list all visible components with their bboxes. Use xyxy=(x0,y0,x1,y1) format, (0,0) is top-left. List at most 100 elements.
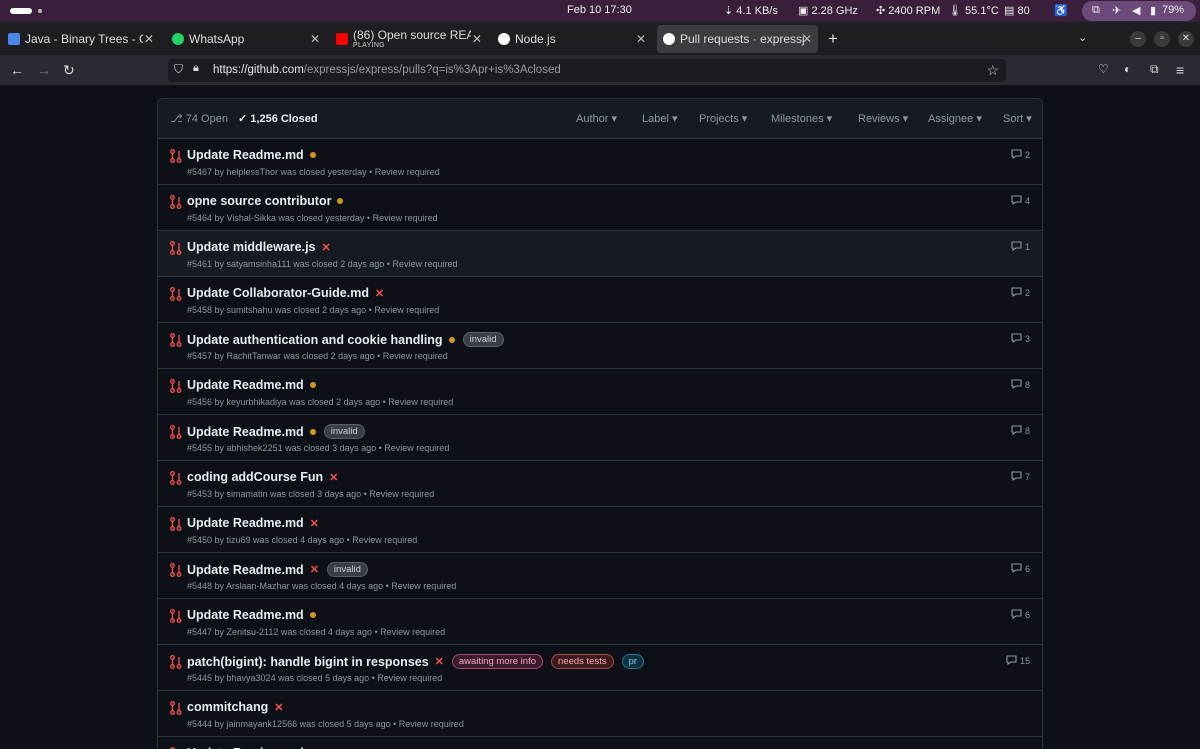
pr-row[interactable]: Update authentication and cookie handlin… xyxy=(158,323,1042,369)
pr-title-link[interactable]: Update middleware.js xyxy=(187,240,316,254)
comment-count[interactable]: 2 xyxy=(1011,149,1030,161)
comment-count[interactable]: 4 xyxy=(1011,195,1030,207)
close-icon[interactable]: ✕ xyxy=(472,32,482,46)
pr-label[interactable]: invalid xyxy=(323,424,365,439)
pr-row[interactable]: coding addCourse Fun ✕ #5453 by simamatin … xyxy=(158,461,1042,507)
pr-title-link[interactable]: Update Readme.md xyxy=(187,563,304,577)
checks-failed-icon[interactable]: ✕ xyxy=(322,241,331,254)
tab-java-binary-trees[interactable]: Java - Binary Trees - Goog ✕ xyxy=(2,25,160,53)
checks-failed-icon[interactable]: ✕ xyxy=(375,287,384,300)
maximize-button[interactable]: ▫ xyxy=(1154,31,1170,47)
url-bar[interactable]: ⛉ 🔒︎ https://github.com/expressjs/expres… xyxy=(168,59,1006,82)
pr-title-link[interactable]: Update Readme.md xyxy=(187,378,304,392)
pr-title-link[interactable]: commitchang xyxy=(187,700,268,714)
comment-count[interactable]: 15 xyxy=(1006,655,1030,667)
pr-label[interactable]: invalid xyxy=(462,332,504,347)
closed-filter[interactable]: ✓ 1,256 Closed xyxy=(238,112,318,125)
close-icon[interactable]: ✕ xyxy=(310,32,320,46)
comment-count[interactable]: 6 xyxy=(1011,609,1030,621)
pr-row[interactable]: Update Readme.md #5456 by keyurbhikadiya … xyxy=(158,369,1042,415)
checks-pending-icon[interactable] xyxy=(309,612,316,618)
tab-youtube[interactable]: (86) Open source READM PLAYING ✕ xyxy=(330,25,488,53)
comment-count[interactable]: 3 xyxy=(1011,333,1030,345)
tab-pull-requests[interactable]: Pull requests · expressjs/ ✕ xyxy=(657,25,818,53)
pr-row[interactable]: Update Readme.md #5447 by Zenitsu-2112 wa… xyxy=(158,599,1042,645)
back-icon[interactable]: ← xyxy=(10,62,24,78)
pr-row[interactable]: patch(bigint): handle bigint in response… xyxy=(158,645,1042,691)
new-tab-button[interactable]: + xyxy=(828,29,838,49)
pr-row[interactable]: Update Readme.md ✕ #5450 by tizu69 was clo… xyxy=(158,507,1042,553)
close-icon[interactable]: ✕ xyxy=(144,32,154,46)
workspace-dot[interactable] xyxy=(38,9,42,13)
pr-row[interactable]: Update Readme.md✕ xyxy=(158,737,1042,749)
pr-title-link[interactable]: coding addCourse Fun xyxy=(187,470,323,484)
reviews-filter[interactable]: Reviews ▾ xyxy=(858,112,908,125)
pr-title-link[interactable]: Update Readme.md xyxy=(187,516,304,530)
open-filter[interactable]: ⎇ 74 Open xyxy=(170,112,228,125)
close-icon[interactable]: ✕ xyxy=(802,32,812,46)
pr-title-link[interactable]: patch(bigint): handle bigint in response… xyxy=(187,655,429,669)
pr-row[interactable]: commitchang ✕ #5444 by jainmayank12566 was… xyxy=(158,691,1042,737)
accessibility-icon[interactable]: ♿ xyxy=(1054,4,1068,17)
checks-failed-icon[interactable]: ✕ xyxy=(310,563,319,576)
list-all-tabs-icon[interactable]: ⌄ xyxy=(1078,31,1087,44)
comment-count[interactable]: 7 xyxy=(1011,471,1030,483)
url-text[interactable]: https://github.com/expressjs/express/pul… xyxy=(213,64,561,76)
assignee-filter[interactable]: Assignee ▾ xyxy=(928,112,982,125)
extensions-icon[interactable]: ⧉ xyxy=(1150,62,1159,77)
pr-title-link[interactable]: Update Collaborator-Guide.md xyxy=(187,286,369,300)
comment-count-value: 4 xyxy=(1024,196,1030,206)
pr-label[interactable]: awaiting more info xyxy=(451,654,543,669)
pr-label[interactable]: invalid xyxy=(326,562,368,577)
tab-whatsapp[interactable]: WhatsApp ✕ xyxy=(166,25,326,53)
pr-title-link[interactable]: Update authentication and cookie handlin… xyxy=(187,333,443,347)
pr-title-link[interactable]: Update Readme.md xyxy=(187,608,304,622)
comment-count[interactable]: 1 xyxy=(1011,241,1030,253)
system-tray[interactable]: ⧉ ✈ ◀ ▮ 79% xyxy=(1082,1,1196,21)
checks-failed-icon[interactable]: ✕ xyxy=(329,471,338,484)
pr-meta: #5447 by Zenitsu-2112 was closed 4 days … xyxy=(187,627,446,637)
minimize-button[interactable]: – xyxy=(1130,31,1146,47)
comment-count[interactable]: 6 xyxy=(1011,563,1030,575)
pr-row[interactable]: Update Readme.md ✕ invalid #5448 by Arslaan… xyxy=(158,553,1042,599)
account-icon[interactable]: ◐ xyxy=(1124,62,1131,76)
pr-row[interactable]: Update middleware.js ✕ #5461 by satyamsinh… xyxy=(158,231,1042,277)
close-icon[interactable]: ✕ xyxy=(636,32,646,46)
milestones-filter[interactable]: Milestones ▾ xyxy=(771,112,832,125)
checks-pending-icon[interactable] xyxy=(337,198,344,204)
window-close-button[interactable]: ✕ xyxy=(1178,31,1194,47)
pr-title-link[interactable]: Update Readme.md xyxy=(187,148,304,162)
pr-row[interactable]: Update Readme.md invalid #5455 by abhishek… xyxy=(158,415,1042,461)
pr-row[interactable]: opne source contributor #5464 by Vishal-S… xyxy=(158,185,1042,231)
author-filter[interactable]: Author ▾ xyxy=(576,112,617,125)
checks-pending-icon[interactable] xyxy=(309,382,316,388)
clock[interactable]: Feb 10 17:30 xyxy=(567,4,632,16)
label-filter[interactable]: Label ▾ xyxy=(642,112,678,125)
checks-failed-icon[interactable]: ✕ xyxy=(435,655,444,668)
pr-title-link[interactable]: Update Readme.md xyxy=(187,425,304,439)
comment-count[interactable]: 8 xyxy=(1011,379,1030,391)
projects-filter[interactable]: Projects ▾ xyxy=(699,112,747,125)
shield-icon[interactable]: ⛉ xyxy=(174,62,183,77)
comment-count[interactable]: 2 xyxy=(1011,287,1030,299)
bookmark-star-icon[interactable]: ☆ xyxy=(986,62,999,79)
sort-filter[interactable]: Sort ▾ xyxy=(1003,112,1032,125)
tab-nodejs[interactable]: Node.js ✕ xyxy=(492,25,652,53)
lock-icon[interactable]: 🔒︎ xyxy=(193,62,199,75)
workspace-indicator[interactable] xyxy=(10,8,32,14)
pr-row[interactable]: Update Readme.md #5467 by helplessThor wa… xyxy=(158,139,1042,185)
pocket-icon[interactable]: ♡ xyxy=(1098,62,1109,76)
pr-label[interactable]: needs tests xyxy=(551,654,614,669)
checks-pending-icon[interactable] xyxy=(448,336,455,343)
checks-failed-icon[interactable]: ✕ xyxy=(274,701,283,714)
checks-pending-icon[interactable] xyxy=(309,428,316,435)
pr-row[interactable]: Update Collaborator-Guide.md ✕ #5458 by su… xyxy=(158,277,1042,323)
reload-icon[interactable]: ↻ xyxy=(63,62,75,79)
comment-count[interactable]: 8 xyxy=(1011,425,1030,437)
pr-label[interactable]: pr xyxy=(621,654,645,669)
checks-failed-icon[interactable]: ✕ xyxy=(310,517,319,530)
forward-icon[interactable]: → xyxy=(37,62,51,78)
checks-pending-icon[interactable] xyxy=(309,152,316,158)
menu-icon[interactable]: ≡ xyxy=(1176,62,1184,78)
pr-title-link[interactable]: opne source contributor xyxy=(187,194,331,208)
